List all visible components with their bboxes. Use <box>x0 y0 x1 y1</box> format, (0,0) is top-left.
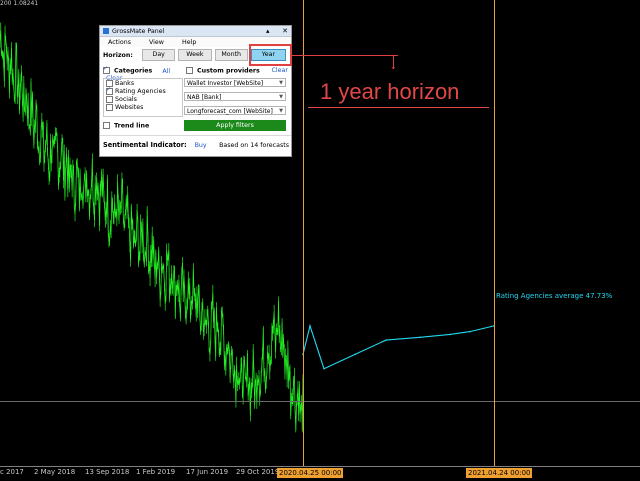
sentimental-row: Sentimental Indicator: Buy Based on 14 f… <box>103 141 289 149</box>
chevron-down-icon: ▼ <box>279 80 283 86</box>
horizon-week-button[interactable]: Week <box>178 49 212 61</box>
categories-label: Categories <box>114 67 153 75</box>
horizon-label: Horizon: <box>103 51 133 59</box>
x-tick: 1 Feb 2019 <box>136 468 176 476</box>
provider-value: NAB [Bank] <box>187 94 222 101</box>
annotation-connector <box>292 55 398 56</box>
provider-value: Wallet Investor [WebSite] <box>187 80 264 87</box>
x-tick: 29 Oct 2019 <box>236 468 280 476</box>
chart-area[interactable]: 200 1.08241 Rating Agencies average 47.7… <box>0 0 640 480</box>
forecast-point <box>309 325 311 327</box>
trend-line-checkbox[interactable] <box>103 122 110 129</box>
forecast-point <box>385 339 387 341</box>
x-marker-end: 2021.04.24 00:00 <box>466 468 533 478</box>
x-marker-start: 2020.04.25 00:00 <box>277 468 344 478</box>
panel-titlebar[interactable]: GrossMate Panel ▴ ✕ <box>100 26 291 37</box>
category-checkbox[interactable] <box>106 86 113 95</box>
provider-select-2[interactable]: NAB [Bank] ▼ <box>184 92 286 101</box>
provider-value: Longforecast_com [WebSite] <box>187 108 273 115</box>
category-label: Rating Agencies <box>115 87 166 95</box>
category-checkbox[interactable] <box>106 103 113 111</box>
trend-line-label: Trend line <box>114 122 150 130</box>
panel-title: GrossMate Panel <box>112 27 165 35</box>
forecast-point <box>419 336 421 339</box>
forecast-point <box>469 330 471 333</box>
category-label: Websites <box>115 103 144 111</box>
custom-providers-label: Custom providers <box>197 67 260 75</box>
category-label: Banks <box>115 79 135 87</box>
forecast-series-line <box>302 323 495 370</box>
horizon-day-button[interactable]: Day <box>142 49 176 61</box>
forecast-end-line[interactable] <box>494 0 495 466</box>
forecast-label: Rating Agencies average 47.73% <box>496 292 613 300</box>
list-item[interactable]: Rating Agencies <box>104 86 182 95</box>
sentimental-label: Sentimental Indicator: <box>103 141 187 149</box>
provider-select-3[interactable]: Longforecast_com [WebSite] ▼ <box>184 106 286 115</box>
current-price-line <box>0 401 640 402</box>
app-icon <box>103 28 109 34</box>
trend-line-toggle[interactable]: Trend line <box>103 122 149 130</box>
custom-providers-clear-link[interactable]: Clear <box>272 67 288 74</box>
category-list[interactable]: Banks Rating Agencies Socials Websites <box>103 78 183 117</box>
category-label: Socials <box>115 95 137 103</box>
divider <box>100 135 291 136</box>
provider-select-1[interactable]: Wallet Investor [WebSite] ▼ <box>184 78 286 87</box>
chevron-down-icon: ▼ <box>279 108 283 114</box>
forecast-count: Based on 14 forecasts <box>219 141 289 149</box>
apply-filters-button[interactable]: Apply filters <box>184 120 286 131</box>
year-highlight-box <box>249 44 292 66</box>
forecast-point <box>354 353 356 356</box>
list-item[interactable]: Banks <box>104 79 182 87</box>
forecast-point <box>323 367 325 370</box>
sentimental-value: Buy <box>194 141 207 149</box>
x-tick: 2 May 2018 <box>34 468 76 476</box>
minimize-icon[interactable]: ▴ <box>266 27 270 35</box>
price-chart <box>0 22 495 433</box>
custom-providers-header: Custom providers Clear <box>186 67 288 75</box>
arrow-down-icon: ↓ <box>390 62 397 71</box>
horizon-month-button[interactable]: Month <box>214 49 248 61</box>
forecast-point <box>449 333 451 336</box>
forecast-start-line[interactable] <box>303 0 304 466</box>
x-tick: 17 Jun 2019 <box>186 468 229 476</box>
menu-view[interactable]: View <box>149 39 164 46</box>
x-tick: c 2017 <box>0 468 24 476</box>
list-item[interactable]: Socials <box>104 95 182 103</box>
close-icon[interactable]: ✕ <box>282 27 288 35</box>
annotation-underline <box>308 107 489 108</box>
x-tick: 13 Sep 2018 <box>85 468 130 476</box>
menu-actions[interactable]: Actions <box>108 39 131 46</box>
annotation-text: 1 year horizon <box>320 79 460 104</box>
list-item[interactable]: Websites <box>104 103 182 111</box>
category-checkbox[interactable] <box>106 95 113 103</box>
menu-help[interactable]: Help <box>182 39 196 46</box>
categories-checkbox[interactable] <box>103 65 110 74</box>
categories-all-link[interactable]: All <box>162 68 170 75</box>
custom-providers-checkbox[interactable] <box>186 67 193 74</box>
chevron-down-icon: ▼ <box>279 94 283 100</box>
